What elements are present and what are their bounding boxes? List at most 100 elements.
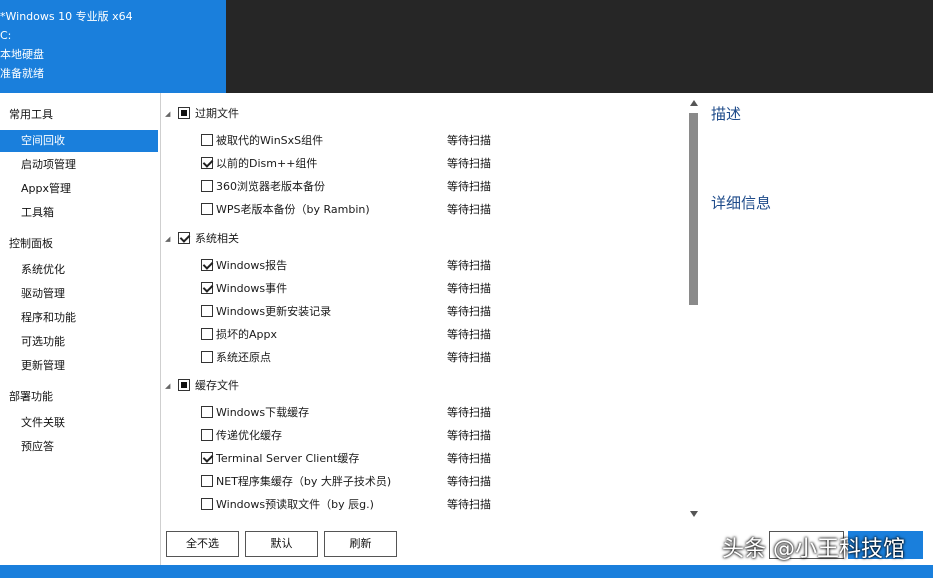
deselect-all-button[interactable]: 全不选 [166,531,239,557]
item-label: Windows预读取文件（by 辰g.) [216,498,374,511]
group-checkbox[interactable] [178,107,190,119]
sidebar-item-optional-features[interactable]: 可选功能 [0,331,158,353]
sidebar-item-label: 更新管理 [21,359,65,372]
item-status: 等待扫描 [447,134,491,147]
watermark-text: 头条 @小王科技馆 [722,537,905,562]
group-label: 缓存文件 [195,379,239,392]
item-status: 等待扫描 [447,475,491,488]
item-status: 等待扫描 [447,328,491,341]
item-label: Terminal Server Client缓存 [216,452,360,465]
item-checkbox[interactable] [201,328,213,340]
item-label: 系统还原点 [216,351,271,364]
expand-triangle-icon[interactable]: ◢ [165,104,170,124]
drive-type-label: 本地硬盘 [0,48,44,61]
drive-os-label: *Windows 10 专业版 x64 [0,10,133,23]
sidebar-item-answer-file[interactable]: 预应答 [0,436,158,458]
sidebar-item-label: Appx管理 [21,182,71,195]
sidebar-item-appx[interactable]: Appx管理 [0,178,158,200]
list-item[interactable]: 以前的Dism++组件 等待扫描 [161,154,661,174]
item-status: 等待扫描 [447,429,491,442]
list-item[interactable]: Windows更新安装记录 等待扫描 [161,302,661,322]
group-row-cache[interactable]: ◢ 缓存文件 [161,376,661,396]
sidebar-item-drivers[interactable]: 驱动管理 [0,283,158,305]
item-label: Windows事件 [216,282,288,295]
group-row-expired-files[interactable]: ◢ 过期文件 [161,104,661,124]
group-label: 过期文件 [195,107,239,120]
list-item[interactable]: 损坏的Appx 等待扫描 [161,325,661,345]
sidebar-item-updates[interactable]: 更新管理 [0,355,158,377]
item-checkbox[interactable] [201,305,213,317]
item-checkbox[interactable] [201,134,213,146]
drive-header: *Windows 10 专业版 x64 C: 本地硬盘 准备就绪 [0,0,933,93]
sidebar-item-label: 系统优化 [21,263,65,276]
list-item[interactable]: Windows预读取文件（by 辰g.) 等待扫描 [161,495,661,515]
scrollbar-thumb[interactable] [689,113,698,305]
group-checkbox[interactable] [178,379,190,391]
item-checkbox[interactable] [201,498,213,510]
item-checkbox[interactable] [201,282,213,294]
item-status: 等待扫描 [447,406,491,419]
group-label: 系统相关 [195,232,239,245]
item-label: 被取代的WinSxS组件 [216,134,324,147]
expand-triangle-icon[interactable]: ◢ [165,229,170,249]
group-checkbox[interactable] [178,232,190,244]
drive-status-label: 准备就绪 [0,67,44,80]
vertical-scrollbar[interactable] [686,93,702,523]
sidebar-item-space-reclaim[interactable]: 空间回收 [0,130,158,152]
sidebar-group-deployment: 部署功能 [9,390,53,403]
sidebar-item-label: 工具箱 [21,206,54,219]
list-item[interactable]: Windows下载缓存 等待扫描 [161,403,661,423]
drive-tile-c[interactable]: *Windows 10 专业版 x64 C: 本地硬盘 准备就绪 [0,0,226,93]
list-item[interactable]: 传递优化缓存 等待扫描 [161,426,661,446]
item-checkbox[interactable] [201,351,213,363]
sidebar-item-label: 空间回收 [21,134,65,147]
sidebar-item-label: 文件关联 [21,416,65,429]
sidebar-item-programs[interactable]: 程序和功能 [0,307,158,329]
sidebar-item-system-optimize[interactable]: 系统优化 [0,259,158,281]
sidebar-group-common-tools: 常用工具 [9,108,53,121]
list-item[interactable]: 被取代的WinSxS组件 等待扫描 [161,131,661,151]
drive-letter-label: C: [0,29,12,42]
item-label: 以前的Dism++组件 [216,157,318,170]
item-status: 等待扫描 [447,498,491,511]
status-bar [0,565,933,578]
list-item[interactable]: NET程序集缓存（by 大胖子技术员) 等待扫描 [161,472,661,492]
item-checkbox[interactable] [201,157,213,169]
scroll-up-arrow-icon[interactable] [690,100,698,106]
refresh-button[interactable]: 刷新 [324,531,397,557]
item-status: 等待扫描 [447,452,491,465]
list-item[interactable]: 360浏览器老版本备份 等待扫描 [161,177,661,197]
sidebar-item-toolbox[interactable]: 工具箱 [0,202,158,224]
list-item[interactable]: WPS老版本备份（by Rambin) 等待扫描 [161,200,661,220]
item-label: WPS老版本备份（by Rambin) [216,203,370,216]
info-panel: 描述 详细信息 [702,93,933,565]
sidebar-item-file-association[interactable]: 文件关联 [0,412,158,434]
item-status: 等待扫描 [447,203,491,216]
expand-triangle-icon[interactable]: ◢ [165,376,170,396]
sidebar-item-startup[interactable]: 启动项管理 [0,154,158,176]
list-item[interactable]: 系统还原点 等待扫描 [161,348,661,368]
item-status: 等待扫描 [447,157,491,170]
list-item[interactable]: Windows事件 等待扫描 [161,279,661,299]
item-status: 等待扫描 [447,351,491,364]
item-label: 损坏的Appx [216,328,277,341]
details-title: 详细信息 [711,194,772,212]
item-checkbox[interactable] [201,259,213,271]
default-button[interactable]: 默认 [245,531,318,557]
sidebar-group-control-panel: 控制面板 [9,237,53,250]
item-checkbox[interactable] [201,452,213,464]
item-checkbox[interactable] [201,429,213,441]
item-status: 等待扫描 [447,282,491,295]
item-label: Windows报告 [216,259,288,272]
item-checkbox[interactable] [201,475,213,487]
scroll-down-arrow-icon[interactable] [690,511,698,517]
item-label: 传递优化缓存 [216,429,282,442]
item-checkbox[interactable] [201,180,213,192]
item-status: 等待扫描 [447,180,491,193]
list-item[interactable]: Terminal Server Client缓存 等待扫描 [161,449,661,469]
group-row-system[interactable]: ◢ 系统相关 [161,229,661,249]
item-checkbox[interactable] [201,203,213,215]
list-item[interactable]: Windows报告 等待扫描 [161,256,661,276]
item-status: 等待扫描 [447,305,491,318]
item-checkbox[interactable] [201,406,213,418]
